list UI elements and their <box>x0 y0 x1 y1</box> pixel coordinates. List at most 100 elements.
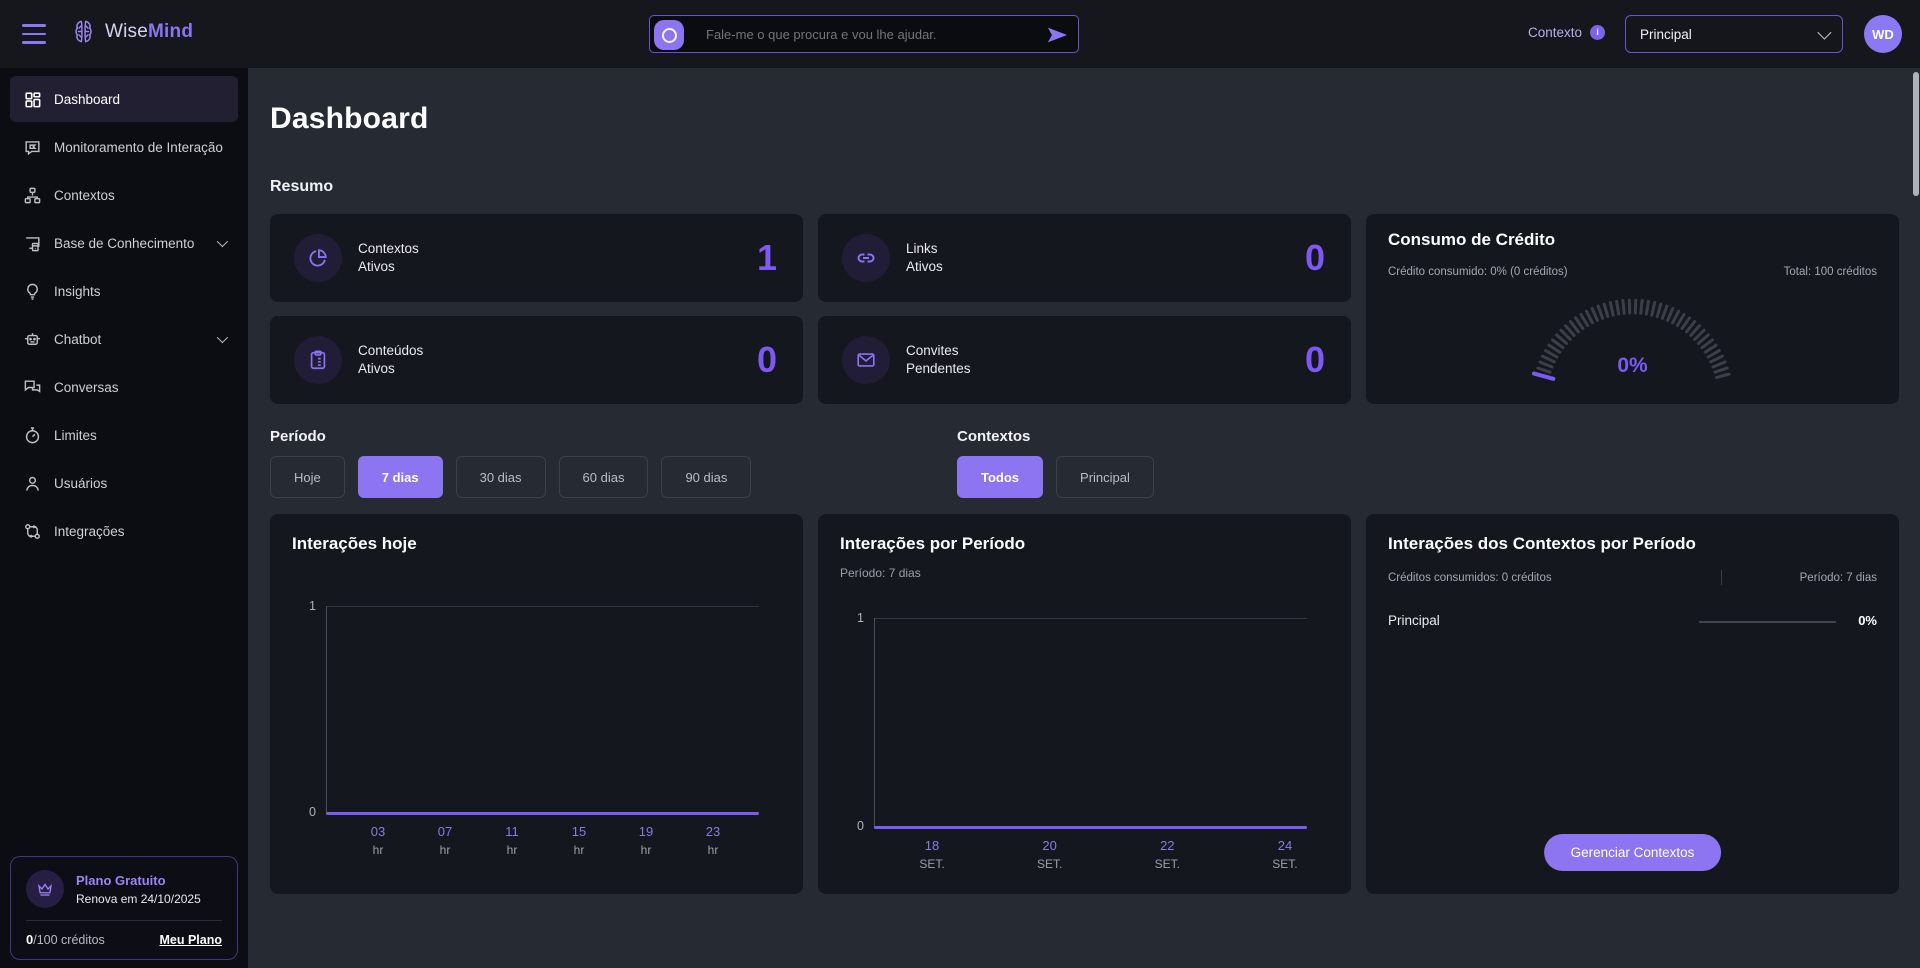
periodo-hoje-button[interactable]: Hoje <box>270 456 345 498</box>
sidebar-item-label: Conversas <box>54 379 119 395</box>
envelope-icon <box>842 336 890 384</box>
sidebar-item-base-conhecimento[interactable]: Base de Conhecimento <box>10 220 238 266</box>
stopwatch-icon <box>23 426 42 445</box>
sidebar-item-integracoes[interactable]: Integrações <box>10 508 238 554</box>
dashboard-grid-icon <box>23 90 42 109</box>
gauge-percent: 0% <box>1617 354 1648 377</box>
send-icon[interactable] <box>1046 25 1068 45</box>
menu-icon[interactable] <box>22 24 46 44</box>
chat-bubbles-icon <box>23 378 42 397</box>
plan-title: Plano Gratuito <box>76 872 166 888</box>
chat-monitor-icon <box>23 138 42 157</box>
stat-value: 0 <box>1304 339 1325 380</box>
contextos-principal-button[interactable]: Principal <box>1056 456 1154 498</box>
periodo-heading: Período <box>270 428 326 445</box>
sidebar-item-label: Insights <box>54 283 101 299</box>
devices-icon <box>23 234 42 253</box>
credit-total-text: Total: 100 créditos <box>1783 266 1877 278</box>
periodo-30dias-button[interactable]: 30 dias <box>455 456 546 498</box>
hierarchy-icon <box>23 186 42 205</box>
stat-card-contextos-ativos: Contextos Ativos 1 <box>270 214 803 302</box>
plan-credits: 0/100 créditos <box>26 932 105 947</box>
stat-value: 0 <box>756 339 777 380</box>
sidebar-item-label: Integrações <box>54 523 125 539</box>
sidebar-item-usuarios[interactable]: Usuários <box>10 460 238 506</box>
assistant-icon <box>654 20 684 50</box>
assistant-input[interactable] <box>706 26 1038 42</box>
app-logo: WiseMind <box>70 18 193 45</box>
robot-icon <box>23 330 42 349</box>
stat-label: Links Ativos <box>906 240 943 274</box>
wisemind-logo-icon <box>70 18 97 45</box>
y-axis-min: 0 <box>309 805 316 819</box>
context-select[interactable]: Principal <box>1625 15 1843 53</box>
y-axis-min: 0 <box>857 819 864 833</box>
app-title: WiseMind <box>105 20 194 42</box>
plot-area <box>874 618 1307 829</box>
info-icon[interactable]: i <box>1590 25 1606 40</box>
stat-value: 1 <box>756 237 777 278</box>
periodo-60dias-button[interactable]: 60 dias <box>558 456 649 498</box>
sidebar-item-label: Contextos <box>54 187 115 203</box>
sidebar-item-conversas[interactable]: Conversas <box>10 364 238 410</box>
stat-value: 0 <box>1304 237 1325 278</box>
periodo-filter: Hoje 7 dias 30 dias 60 dias 90 dias <box>270 456 752 498</box>
meu-plano-link[interactable]: Meu Plano <box>159 933 222 947</box>
context-usage-row: Principal 0% <box>1388 612 1877 632</box>
clipboard-icon <box>294 336 342 384</box>
periodo-90dias-button[interactable]: 90 dias <box>661 456 752 498</box>
sidebar-item-contextos[interactable]: Contextos <box>10 172 238 218</box>
sidebar: Dashboard Monitoramento de Interação Con… <box>0 68 248 968</box>
x-axis-labels: 18 SET. 20 SET. 22 SET. 24 SET. <box>919 838 1298 871</box>
chevron-down-icon <box>216 235 229 248</box>
sidebar-item-monitoramento[interactable]: Monitoramento de Interação <box>10 124 238 170</box>
stat-card-conteudos-ativos: Conteúdos Ativos 0 <box>270 316 803 404</box>
page-title: Dashboard <box>270 102 429 135</box>
stat-label: Contextos Ativos <box>358 240 419 274</box>
stats-grid: Contextos Ativos 1 Conteúdos Ativos 0 Link… <box>270 214 1899 404</box>
charts-row: Interações hoje 1 0 03 hr 07 hr 11 hr 15 hr … <box>270 514 1899 894</box>
chart-title: Interações dos Contextos por Período <box>1388 534 1696 553</box>
flat-zero-line <box>326 812 759 815</box>
chart-interacoes-hoje: Interações hoje 1 0 03 hr 07 hr 11 hr 15 hr … <box>270 514 803 894</box>
periodo-7dias-button[interactable]: 7 dias <box>357 456 443 498</box>
assistant-search-bar <box>649 15 1079 53</box>
scrollbar-thumb[interactable] <box>1913 72 1919 196</box>
usage-progress-track <box>1699 621 1836 623</box>
user-icon <box>23 474 42 493</box>
pie-chart-icon <box>294 234 342 282</box>
stat-card-links-ativos: Links Ativos 0 <box>818 214 1351 302</box>
credit-consumption-card: Consumo de Crédito Crédito consumido: 0%… <box>1366 214 1899 404</box>
sidebar-item-label: Dashboard <box>54 91 121 107</box>
context-usage-percent: 0% <box>1858 613 1877 628</box>
credit-card-title: Consumo de Crédito <box>1388 230 1556 249</box>
chart-interacoes-periodo: Interações por Período Período: 7 dias 1… <box>818 514 1351 894</box>
credits-consumed-meta: Créditos consumidos: 0 créditos <box>1388 571 1552 584</box>
chart-title: Interações hoje <box>292 534 417 553</box>
resumo-heading: Resumo <box>270 178 334 195</box>
contexto-label: Contexto <box>1528 25 1583 40</box>
plan-renewal: Renova em 24/10/2025 <box>76 891 201 906</box>
sidebar-item-label: Base de Conhecimento <box>54 235 195 251</box>
sidebar-item-insights[interactable]: Insights <box>10 268 238 314</box>
integrations-icon <box>23 522 42 541</box>
chevron-down-icon <box>216 331 229 344</box>
period-meta: Período: 7 dias <box>1799 571 1877 584</box>
stat-card-convites-pendentes: Convites Pendentes 0 <box>818 316 1351 404</box>
topbar: WiseMind Contexto i Principal WD <box>0 0 1920 68</box>
sidebar-item-dashboard[interactable]: Dashboard <box>10 76 238 122</box>
contextos-filter: Todos Principal <box>957 456 1154 498</box>
y-axis-max: 1 <box>309 599 316 613</box>
x-axis-labels: 03 hr 07 hr 11 hr 15 hr 19 hr 23 hr <box>370 824 721 857</box>
chart-contextos-periodo: Interações dos Contextos por Período Cré… <box>1366 514 1899 894</box>
sidebar-item-chatbot[interactable]: Chatbot <box>10 316 238 362</box>
sidebar-item-limites[interactable]: Limites <box>10 412 238 458</box>
plot-area <box>326 606 759 815</box>
link-icon <box>842 234 890 282</box>
context-name: Principal <box>1388 613 1440 628</box>
gerenciar-contextos-button[interactable]: Gerenciar Contextos <box>1543 834 1722 871</box>
avatar[interactable]: WD <box>1864 15 1902 53</box>
flat-zero-line <box>874 826 1307 829</box>
contextos-todos-button[interactable]: Todos <box>957 456 1044 498</box>
contextos-heading: Contextos <box>957 428 1031 445</box>
